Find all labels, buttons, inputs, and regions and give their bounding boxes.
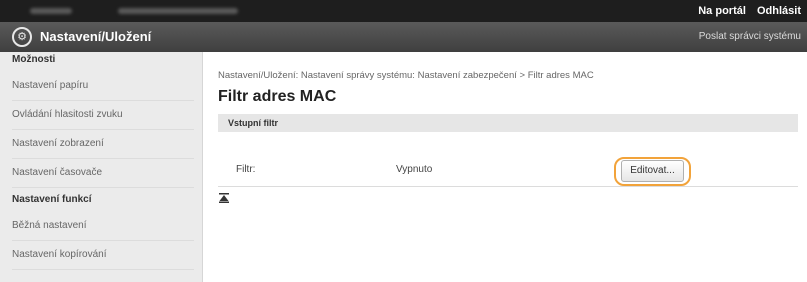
row-divider <box>218 186 798 187</box>
sidebar-item-paper-settings[interactable]: Nastavení papíru <box>12 72 194 101</box>
top-links: Na portál Odhlásit <box>690 0 801 22</box>
logout-link[interactable]: Odhlásit <box>757 5 801 17</box>
blurred-text <box>118 8 238 14</box>
section-header: Vstupní filtr <box>218 114 798 132</box>
filter-label: Filtr: <box>236 164 256 175</box>
title-bar: ⚙ Nastavení/Uložení Poslat správci systé… <box>0 22 807 52</box>
edit-button[interactable]: Editovat... <box>621 160 684 182</box>
sidebar-heading-preferences: Možnosti <box>12 54 56 65</box>
filter-value: Vypnuto <box>396 164 433 175</box>
page-title: Filtr adres MAC <box>218 88 337 105</box>
settings-icon: ⚙ <box>12 27 32 47</box>
breadcrumb: Nastavení/Uložení: Nastavení správy syst… <box>218 70 594 81</box>
sidebar-item-timer-settings[interactable]: Nastavení časovače <box>12 159 194 188</box>
sidebar-item-common-settings[interactable]: Běžná nastavení <box>12 212 194 241</box>
sidebar: Možnosti Nastavení papíru Ovládání hlasi… <box>0 52 203 282</box>
sidebar-item-volume-settings[interactable]: Ovládání hlasitosti zvuku <box>12 101 194 130</box>
section-label: Vstupní filtr <box>228 118 278 128</box>
back-to-top-icon[interactable] <box>218 192 230 204</box>
page-app-title: Nastavení/Uložení <box>40 29 152 44</box>
sidebar-heading-function-settings: Nastavení funkcí <box>12 194 92 205</box>
mail-to-manager-link[interactable]: Poslat správci systému <box>699 22 801 52</box>
sidebar-item-copy-settings[interactable]: Nastavení kopírování <box>12 241 194 270</box>
blurred-text <box>30 8 72 14</box>
portal-link[interactable]: Na portál <box>698 5 746 17</box>
sidebar-item-display-settings[interactable]: Nastavení zobrazení <box>12 130 194 159</box>
top-bar: Na portál Odhlásit <box>0 0 807 22</box>
